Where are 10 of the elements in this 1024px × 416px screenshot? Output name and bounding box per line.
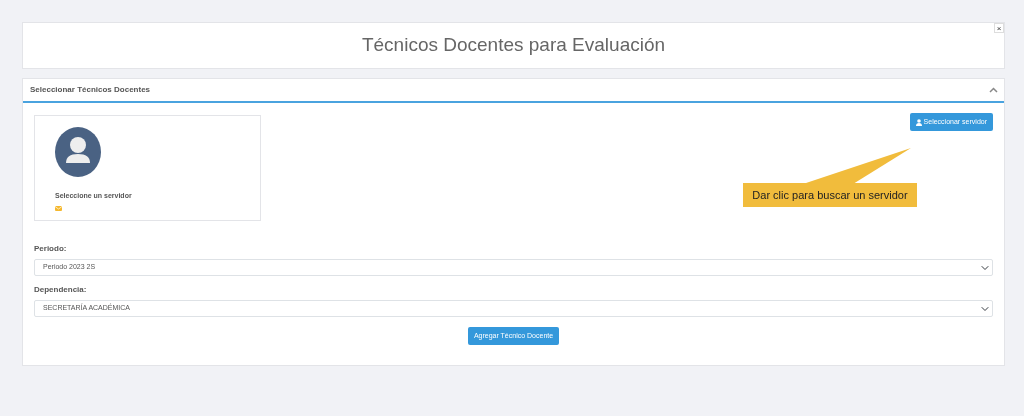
envelope-icon <box>55 205 62 211</box>
field-label: Dependencia: <box>34 284 88 296</box>
page-title: Técnicos Docentes para Evaluación <box>361 34 666 57</box>
field-label: Periodo: <box>34 243 68 255</box>
panel-title: Seleccionar Técnicos Docentes <box>30 84 151 96</box>
callout: Dar clic para buscar un servidor <box>743 183 917 207</box>
close-button[interactable]: × <box>994 23 1004 33</box>
person-icon <box>915 118 922 126</box>
collapse-icon[interactable] <box>989 87 998 93</box>
avatar-icon <box>55 127 101 177</box>
